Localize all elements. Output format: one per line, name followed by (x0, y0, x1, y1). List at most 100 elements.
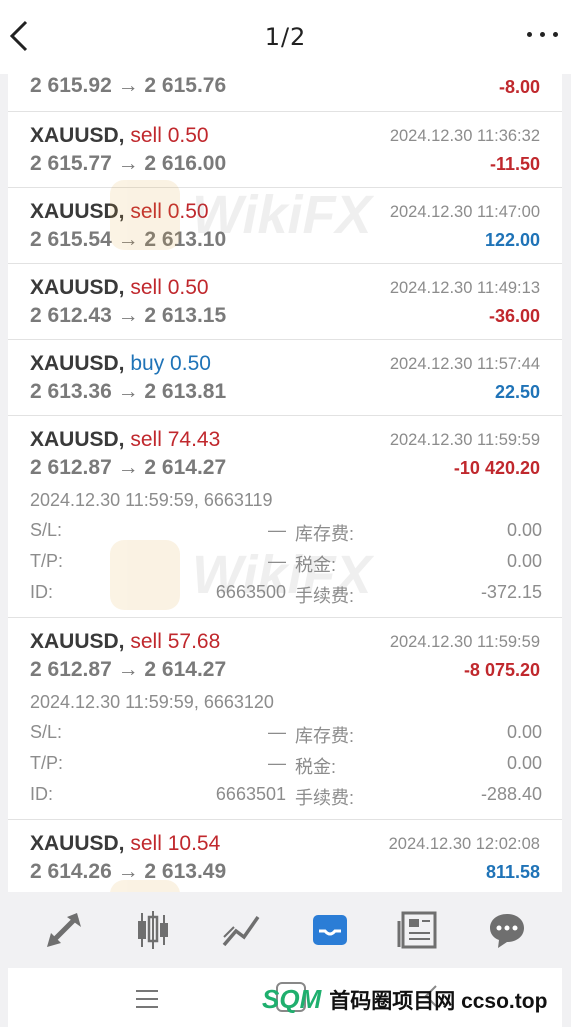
trade-prices: 2 612.87 → 2 614.27 (30, 456, 227, 479)
top-bar: 1/2 (0, 0, 571, 74)
trade-detail-date-order: 2024.12.30 11:59:59, 6663119 (30, 490, 273, 510)
tax-value: 0.00 (506, 753, 542, 773)
trade-profit: -10 420.20 (453, 458, 540, 478)
trade-time: 2024.12.30 11:57:44 (389, 355, 540, 373)
tax-value: 0.00 (506, 551, 542, 571)
detail-row-tp: T/P: — 税金: 0.00 (30, 551, 542, 579)
trade-row[interactable]: XAUUSD, sell 0.50 2024.12.30 11:47:00 2 … (8, 188, 562, 264)
swap-label: 库存费: (295, 726, 355, 746)
news-icon (397, 911, 437, 949)
detail-row-id: ID: 6663501 手续费: -288.40 (30, 784, 542, 812)
sl-value: — (268, 520, 286, 540)
sl-label: S/L: (30, 722, 63, 742)
trade-profit: 811.58 (485, 862, 540, 882)
trade-row[interactable]: XAUUSD, buy 0.50 2024.12.30 11:57:44 2 6… (8, 340, 562, 416)
detail-row-sl: S/L: — 库存费: 0.00 (30, 722, 542, 750)
trade-profit: 22.50 (494, 382, 540, 402)
trade-title: XAUUSD, sell 74.43 (30, 428, 220, 452)
tool-trade[interactable] (40, 906, 88, 954)
trade-profit: -11.50 (489, 154, 540, 174)
detail-row-tp: T/P: — 税金: 0.00 (30, 753, 542, 781)
fee-label: 手续费: (295, 788, 355, 808)
id-label: ID: (30, 582, 54, 602)
trade-symbol: XAUUSD, (30, 276, 125, 299)
chat-icon (489, 914, 524, 948)
swap-value: 0.00 (506, 520, 542, 540)
trade-prices: 2 615.54 → 2 613.10 (30, 228, 227, 251)
trade-prices: 2 612.43 → 2 613.15 (30, 304, 227, 327)
trade-time: 2024.12.30 11:59:59 (389, 633, 540, 651)
trade-profit: -8.00 (498, 77, 540, 97)
trade-time: 2024.12.30 12:02:08 (388, 835, 540, 853)
id-value: 6663500 (215, 582, 286, 602)
brand-text: 首码圈项目网 ccso.top (329, 990, 548, 1013)
sl-value: — (268, 722, 286, 742)
brand-watermark: SQM 首码圈项目网 ccso.top (262, 984, 547, 1015)
bottom-toolbar (0, 892, 571, 968)
trade-time: 2024.12.30 11:47:00 (389, 203, 540, 221)
sl-label: S/L: (30, 520, 63, 540)
trade-title: XAUUSD, buy 0.50 (30, 352, 211, 376)
trade-side: sell 0.50 (130, 276, 209, 299)
swap-label: 库存费: (295, 524, 355, 544)
trade-symbol: XAUUSD, (30, 124, 125, 147)
tool-news[interactable] (394, 906, 442, 954)
trade-row-expanded[interactable]: XAUUSD, sell 57.68 2024.12.30 11:59:59 2… (8, 618, 562, 820)
tp-value: — (268, 753, 286, 773)
trade-row[interactable]: 2 615.92 → 2 615.76 -8.00 (8, 74, 562, 112)
trade-prices: 2 613.36 → 2 613.81 (30, 380, 227, 403)
trade-profit: 122.00 (484, 230, 540, 250)
trade-symbol: XAUUSD, (30, 630, 125, 653)
id-value: 6663501 (215, 784, 286, 804)
fee-value: -372.15 (480, 582, 542, 602)
trade-title: XAUUSD, sell 10.54 (30, 832, 220, 856)
trade-profit: -36.00 (488, 306, 540, 326)
trade-row[interactable]: XAUUSD, sell 0.50 2024.12.30 11:49:13 2 … (8, 264, 562, 340)
trade-side: buy 0.50 (130, 352, 211, 375)
trade-row-expanded[interactable]: XAUUSD, sell 74.43 2024.12.30 11:59:59 2… (8, 416, 562, 618)
trade-row[interactable]: XAUUSD, sell 10.54 2024.12.30 12:02:08 2… (8, 820, 562, 892)
fee-label: 手续费: (295, 586, 355, 606)
trade-row[interactable]: XAUUSD, sell 0.50 2024.12.30 11:36:32 2 … (8, 112, 562, 188)
tool-chat[interactable] (483, 906, 531, 954)
detail-row-id: ID: 6663500 手续费: -372.15 (30, 582, 542, 610)
trade-prices: 2 612.87 → 2 614.27 (30, 658, 227, 681)
more-options-button[interactable] (525, 24, 561, 44)
chevron-left-icon (9, 20, 28, 52)
id-label: ID: (30, 784, 54, 804)
tool-history[interactable] (306, 906, 354, 954)
candlestick-chart-icon (137, 911, 168, 949)
back-button[interactable] (6, 16, 36, 56)
trade-time: 2024.12.30 11:49:13 (389, 279, 540, 297)
trade-title: XAUUSD, sell 0.50 (30, 124, 209, 148)
trade-title: XAUUSD, sell 57.68 (30, 630, 220, 654)
trade-title: XAUUSD, sell 0.50 (30, 276, 209, 300)
trade-time: 2024.12.30 11:59:59 (389, 431, 540, 449)
trade-symbol: XAUUSD, (30, 352, 125, 375)
trend-line-icon (222, 915, 260, 947)
trade-profit: -8 075.20 (463, 660, 540, 680)
trade-prices: 2 615.92 → 2 615.76 (30, 74, 227, 97)
trade-symbol: XAUUSD, (30, 428, 125, 451)
trade-symbol: XAUUSD, (30, 200, 125, 223)
trade-side: sell 10.54 (130, 832, 221, 855)
tp-label: T/P: (30, 753, 64, 773)
detail-row-sl: S/L: — 库存费: 0.00 (30, 520, 542, 548)
trade-prices: 2 615.77 → 2 616.00 (30, 152, 227, 175)
trade-title: XAUUSD, sell 0.50 (30, 200, 209, 224)
tax-label: 税金: (295, 757, 337, 777)
trade-arrows-icon (47, 913, 82, 947)
trade-history-list: 2 615.92 → 2 615.76 -8.00 XAUUSD, sell 0… (8, 74, 562, 892)
tool-chart[interactable] (129, 906, 177, 954)
tp-label: T/P: (30, 551, 64, 571)
tool-trend[interactable] (217, 906, 265, 954)
trade-symbol: XAUUSD, (30, 832, 125, 855)
trade-prices: 2 614.26 → 2 613.49 (30, 860, 227, 883)
page-indicator: 1/2 (264, 23, 307, 51)
trade-side: sell 74.43 (130, 428, 221, 451)
trade-detail-date-order: 2024.12.30 11:59:59, 6663120 (30, 692, 274, 712)
recent-apps-menu-icon[interactable] (136, 988, 158, 1010)
history-inbox-icon (312, 915, 347, 945)
trade-time: 2024.12.30 11:36:32 (389, 127, 540, 145)
swap-value: 0.00 (506, 722, 542, 742)
